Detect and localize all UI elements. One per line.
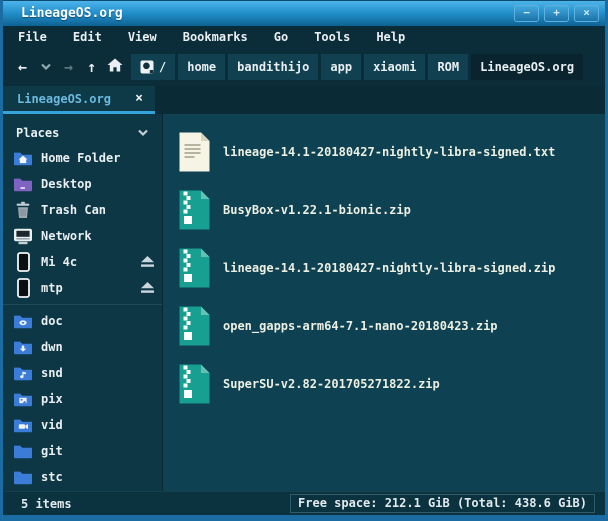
drive-icon (140, 60, 154, 74)
sidebar-item-stc[interactable]: stc (3, 464, 162, 490)
documents-folder-icon (12, 313, 34, 329)
titlebar[interactable]: LineageOS.org − + × (3, 0, 605, 26)
archive-file-icon (178, 247, 211, 289)
archive-file-icon (178, 305, 211, 347)
file-manager-window: LineageOS.org − + × File Edit View Bookm… (0, 0, 608, 521)
places-header[interactable]: Places (3, 121, 162, 145)
menubar: File Edit View Bookmarks Go Tools Help (3, 26, 605, 48)
sidebar-item-trash[interactable]: Trash Can (3, 197, 162, 223)
sidebar-item-network[interactable]: Network (3, 223, 162, 249)
sidebar-item-doc[interactable]: doc (3, 308, 162, 334)
tab-label: LineageOS.org (17, 92, 135, 106)
status-bar: 5 items Free space: 212.1 GiB (Total: 43… (3, 491, 605, 515)
menu-help[interactable]: Help (363, 30, 418, 44)
chevron-down-icon (137, 129, 149, 137)
trash-icon (12, 201, 34, 219)
network-icon (12, 228, 34, 245)
folder-icon (12, 469, 34, 485)
main-area: Places Home Folder Desktop Trash Ca (3, 114, 605, 491)
folder-icon (12, 443, 34, 459)
downloads-folder-icon (12, 339, 34, 355)
breadcrumb-root[interactable]: / (131, 54, 175, 80)
items-count: 5 items (21, 497, 72, 511)
sidebar-separator (3, 304, 162, 305)
sidebar-item-git[interactable]: git (3, 438, 162, 464)
file-row[interactable]: SuperSU-v2.82-201705271822.zip (178, 355, 605, 413)
free-space: Free space: 212.1 GiB (Total: 438.6 GiB) (290, 494, 595, 513)
tab-close-icon[interactable]: × (135, 91, 143, 106)
videos-folder-icon (12, 417, 34, 433)
sidebar-item-snd[interactable]: snd (3, 360, 162, 386)
menu-edit[interactable]: Edit (60, 30, 115, 44)
sidebar-item-desktop[interactable]: Desktop (3, 171, 162, 197)
phone-icon (12, 278, 34, 298)
file-name: SuperSU-v2.82-201705271822.zip (223, 377, 440, 391)
sidebar-item-pix[interactable]: pix (3, 386, 162, 412)
sidebar-item-home-folder[interactable]: Home Folder (3, 145, 162, 171)
eject-button[interactable] (140, 256, 155, 268)
close-button[interactable]: × (574, 5, 599, 22)
back-icon[interactable]: ← (11, 58, 34, 76)
tab-bar: LineageOS.org × (3, 86, 605, 114)
breadcrumb: / home bandithijo app xiaomi ROM Lineage… (131, 54, 583, 80)
breadcrumb-lineageos[interactable]: LineageOS.org (471, 54, 583, 80)
file-row[interactable]: lineage-14.1-20180427-nightly-libra-sign… (178, 239, 605, 297)
window-title: LineageOS.org (21, 6, 509, 21)
history-chevron-icon[interactable] (34, 61, 57, 74)
pictures-folder-icon (12, 391, 34, 407)
sidebar-item-mtp[interactable]: mtp (3, 275, 162, 301)
file-name: lineage-14.1-20180427-nightly-libra-sign… (223, 261, 555, 275)
minimize-button[interactable]: − (514, 5, 539, 22)
text-file-icon (178, 131, 211, 173)
up-icon[interactable]: ↑ (80, 58, 103, 76)
desktop-folder-icon (12, 176, 34, 192)
archive-file-icon (178, 363, 211, 405)
archive-file-icon (178, 189, 211, 231)
places-sidebar: Places Home Folder Desktop Trash Ca (3, 114, 163, 491)
breadcrumb-bandithijo[interactable]: bandithijo (228, 54, 318, 80)
breadcrumb-home[interactable]: home (178, 54, 225, 80)
breadcrumb-xiaomi[interactable]: xiaomi (364, 54, 425, 80)
menu-view[interactable]: View (115, 30, 170, 44)
file-name: BusyBox-v1.22.1-bionic.zip (223, 203, 411, 217)
file-row[interactable]: BusyBox-v1.22.1-bionic.zip (178, 181, 605, 239)
toolbar: ← → ↑ / home bandithijo app xiaomi ROM L… (3, 48, 605, 86)
file-row[interactable]: open_gapps-arm64-7.1-nano-20180423.zip (178, 297, 605, 355)
menu-go[interactable]: Go (261, 30, 301, 44)
home-icon[interactable] (103, 58, 126, 76)
sidebar-item-dwn[interactable]: dwn (3, 334, 162, 360)
sidebar-item-mi4c[interactable]: Mi 4c (3, 249, 162, 275)
breadcrumb-rom[interactable]: ROM (428, 54, 468, 80)
sidebar-item-vid[interactable]: vid (3, 412, 162, 438)
file-name: lineage-14.1-20180427-nightly-libra-sign… (223, 145, 555, 159)
eject-button[interactable] (140, 282, 155, 294)
tab-lineageos[interactable]: LineageOS.org × (3, 86, 155, 114)
file-list: lineage-14.1-20180427-nightly-libra-sign… (163, 114, 605, 491)
phone-icon (12, 252, 34, 272)
menu-file[interactable]: File (5, 30, 60, 44)
music-folder-icon (12, 365, 34, 381)
breadcrumb-app[interactable]: app (321, 54, 361, 80)
file-row[interactable]: lineage-14.1-20180427-nightly-libra-sign… (178, 123, 605, 181)
home-folder-icon (12, 150, 34, 166)
file-name: open_gapps-arm64-7.1-nano-20180423.zip (223, 319, 498, 333)
menu-tools[interactable]: Tools (301, 30, 363, 44)
forward-icon[interactable]: → (57, 58, 80, 76)
menu-bookmarks[interactable]: Bookmarks (170, 30, 261, 44)
maximize-button[interactable]: + (544, 5, 569, 22)
